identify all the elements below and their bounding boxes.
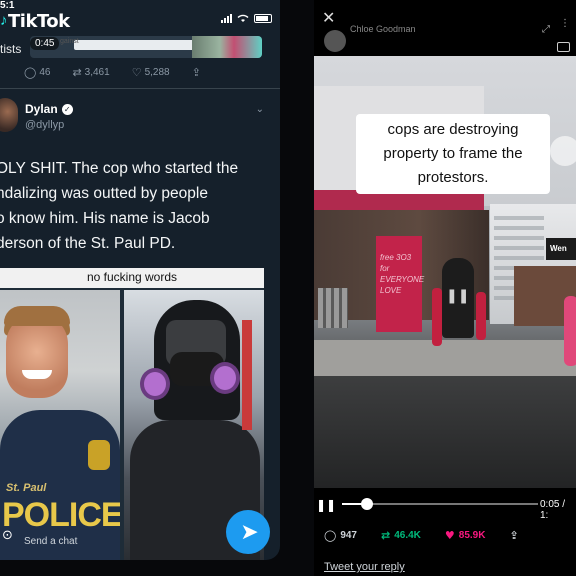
wifi-icon [237, 14, 249, 22]
caption-line: cops are destroying [387, 121, 519, 138]
avatar[interactable] [0, 98, 18, 132]
share-icon: ⇪ [509, 529, 519, 542]
left-phone-screenshot: 5:1 ♪ TikTok tists gainst 0:45 ◯ 46 ⇄ 3,46… [0, 0, 280, 560]
pause-button[interactable]: ❚❚ [316, 498, 336, 512]
status-time: 5:1 [0, 0, 15, 11]
reply-input[interactable]: Tweet your reply [324, 561, 405, 573]
close-icon[interactable]: ✕ [322, 8, 335, 27]
avatar[interactable] [324, 30, 346, 52]
caption-line: property to frame the [383, 145, 523, 162]
badge-icon [88, 440, 110, 470]
video-caption: cops are destroying property to frame th… [356, 114, 550, 194]
chevron-down-icon[interactable]: ⌄ [256, 104, 264, 115]
store-sign: Wen [546, 238, 576, 260]
more-icon[interactable]: ⋮ [560, 18, 570, 29]
embedded-snap-image[interactable]: no fucking words St. Paul POLICE [0, 268, 264, 560]
video-time: 0:05 / 1: [540, 499, 566, 521]
tiktok-watermark: TikTok [8, 11, 70, 32]
author-name[interactable]: Dylan ✓ [25, 102, 73, 116]
status-icons [221, 14, 272, 23]
heart-icon: ♡ [131, 66, 142, 79]
tiktok-note-icon: ♪ [0, 12, 8, 29]
send-chat-field[interactable]: Send a chat [24, 536, 77, 547]
media-caption: gainst [60, 38, 79, 45]
heart-icon: ♥ [444, 529, 455, 542]
share-button[interactable]: ⇪ [192, 66, 201, 79]
reply-button[interactable]: ◯ 46 [24, 66, 50, 79]
tweet-actions: ◯ 46 ⇄ 3,461 ♡ 5,288 ⇪ [24, 66, 201, 79]
retweet-icon: ⇄ [381, 529, 391, 542]
seek-handle[interactable] [361, 498, 374, 510]
send-arrow-icon: ➤ [240, 519, 259, 545]
signal-icon [221, 14, 232, 23]
divider [0, 88, 280, 89]
cast-icon[interactable] [557, 42, 570, 52]
hammer [242, 320, 252, 430]
video-username: Chloe Goodman [350, 24, 416, 34]
reply-icon: ◯ [324, 529, 337, 542]
video-tweet-actions: ◯ 947 ⇄ 46.4K ♥ 85.9K ⇪ [324, 529, 576, 542]
graffiti-text: free 3O3 for EVERYONE LOVE [380, 253, 425, 295]
snap-caption-bar: no fucking words [0, 268, 264, 288]
tweet-line: derson of the St. Paul PD. [0, 235, 176, 252]
video-tweet-panel: ✕ Chloe Goodman ⤢ ⋮ Wen free 3O3 for EVE… [314, 0, 576, 576]
share-icon: ⇪ [191, 66, 201, 79]
retweet-icon: ⇄ [72, 66, 82, 79]
status-bar: 5:1 ♪ TikTok [0, 0, 280, 32]
camera-icon[interactable]: ⊙ [2, 528, 13, 543]
video-time-pill: 0:45 [30, 37, 60, 50]
verified-icon: ✓ [61, 103, 73, 115]
reply-icon: ◯ [24, 66, 37, 79]
retweet-button[interactable]: ⇄ 46.4K [381, 529, 421, 542]
uniform-patch-text: St. Paul [6, 482, 47, 494]
share-button[interactable]: ⇪ [509, 529, 518, 542]
uniform-police-text: POLICE [2, 496, 120, 534]
send-button[interactable]: ➤ [226, 510, 270, 554]
lists-label: tists [0, 42, 22, 56]
tweet-text: OLY SHIT. The cop who started the ndaliz… [0, 156, 280, 256]
retweet-button[interactable]: ⇄ 3,461 [72, 66, 109, 79]
snap-caption: no fucking words [86, 270, 178, 284]
tweet-line: o know him. His name is Jacob [0, 210, 210, 227]
officer-photo: St. Paul POLICE [0, 290, 120, 560]
like-button[interactable]: ♡ 5,288 [132, 66, 170, 79]
video-player[interactable]: Wen free 3O3 for EVERYONE LOVE ❚❚ cops a… [314, 56, 576, 488]
battery-icon [254, 14, 272, 23]
reply-button[interactable]: ◯ 947 [324, 529, 357, 542]
like-button[interactable]: ♥ 85.9K [445, 529, 486, 542]
author-handle: @dyllyp [25, 119, 65, 131]
caption-line: protestors. [417, 169, 489, 186]
expand-icon[interactable]: ⤢ [542, 24, 550, 35]
tweet-line: ndalizing was outted by people [0, 185, 208, 202]
tweet-line: OLY SHIT. The cop who started the [0, 160, 239, 177]
pause-icon: ❚❚ [446, 288, 470, 304]
